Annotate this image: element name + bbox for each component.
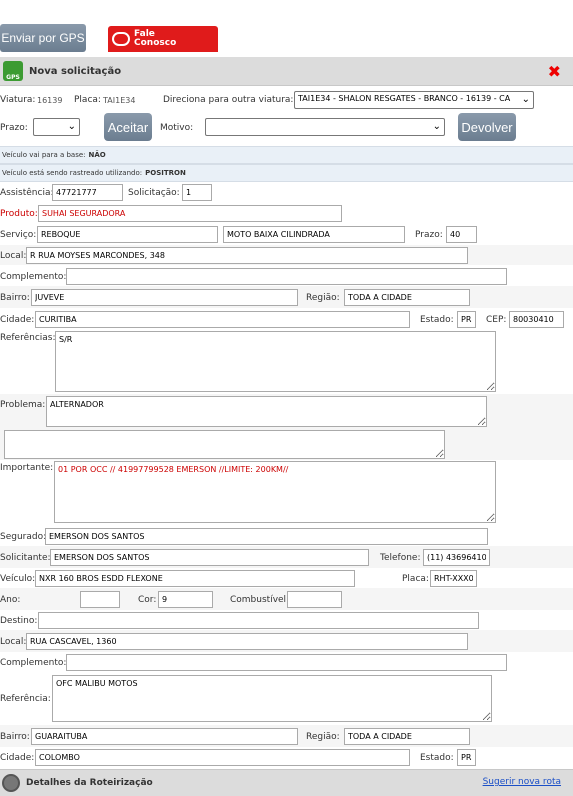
tracking-info-band: Veículo está sendo rastreado utilizando:… bbox=[0, 164, 573, 182]
assistencia-field[interactable] bbox=[52, 184, 123, 201]
prazo-label: Prazo: bbox=[415, 230, 443, 240]
referencias-label: Referências: bbox=[0, 333, 56, 343]
placa-value: TAI1E34 bbox=[103, 96, 136, 105]
destino-cidade-label: Cidade: bbox=[0, 753, 35, 763]
chevron-down-icon: ⌄ bbox=[521, 94, 530, 105]
destino-bairro-label: Bairro: bbox=[0, 732, 30, 742]
tracking-info-value: POSITRON bbox=[145, 169, 186, 177]
destino-local-label: Local: bbox=[0, 637, 27, 647]
globe-icon bbox=[2, 774, 20, 792]
placa-label: Placa: bbox=[74, 95, 101, 105]
produto-label: Produto: bbox=[0, 209, 38, 219]
cor-label: Cor: bbox=[138, 595, 157, 605]
ano-field[interactable] bbox=[80, 591, 120, 608]
destino-complemento-field[interactable] bbox=[66, 654, 507, 671]
telefone-field[interactable] bbox=[423, 549, 490, 566]
estado-label: Estado: bbox=[420, 315, 454, 325]
fale-line2: Conosco bbox=[134, 38, 177, 48]
base-info-band: Veículo vai para a base: NÃO bbox=[0, 146, 573, 164]
destino-complemento-label: Complemento: bbox=[0, 658, 67, 668]
telefone-label: Telefone: bbox=[380, 553, 421, 563]
complemento-label: Complemento: bbox=[0, 272, 67, 282]
gps-icon-text: GPS bbox=[6, 74, 20, 81]
viatura-label: Viatura: bbox=[0, 95, 36, 105]
close-icon[interactable]: ✖ bbox=[548, 62, 561, 81]
regiao-field[interactable] bbox=[344, 289, 470, 306]
servico-field[interactable] bbox=[37, 226, 218, 243]
gps-app-icon: GPS bbox=[3, 61, 23, 81]
placa-field[interactable] bbox=[430, 570, 477, 587]
prazo-select[interactable]: ⌄ bbox=[33, 118, 80, 136]
prazo-field[interactable] bbox=[446, 226, 477, 243]
destino-regiao-field[interactable] bbox=[344, 728, 470, 745]
servico-detail-field[interactable] bbox=[223, 226, 405, 243]
cep-field[interactable] bbox=[509, 311, 564, 328]
destino-estado-label: Estado: bbox=[420, 753, 454, 763]
motivo-select[interactable]: ⌄ bbox=[205, 118, 445, 136]
estado-field[interactable] bbox=[457, 311, 476, 328]
destino-cidade-field[interactable] bbox=[35, 749, 410, 766]
cidade-label: Cidade: bbox=[0, 315, 35, 325]
prazo-action-label: Prazo: bbox=[0, 123, 28, 133]
solicitacao-label: Solicitação: bbox=[128, 188, 180, 198]
local-field[interactable] bbox=[26, 247, 468, 264]
referencias-field[interactable]: S/R bbox=[55, 331, 496, 392]
motivo-label: Motivo: bbox=[160, 123, 194, 133]
destino-referencia-field[interactable]: OFC MALIBU MOTOS bbox=[52, 675, 492, 722]
destino-referencia-label: Referência: bbox=[0, 694, 51, 704]
cep-label: CEP: bbox=[486, 315, 507, 325]
panel-title: Nova solicitação bbox=[29, 65, 122, 77]
combustivel-label: Combustível: bbox=[230, 595, 290, 605]
placa-form-label: Placa: bbox=[402, 574, 429, 584]
destino-estado-field[interactable] bbox=[457, 749, 476, 766]
cidade-field[interactable] bbox=[35, 311, 410, 328]
destino-regiao-label: Região: bbox=[306, 732, 340, 742]
aceitar-button[interactable]: Aceitar bbox=[104, 113, 152, 141]
problema-field[interactable]: ALTERNADOR bbox=[46, 396, 487, 427]
destino-label: Destino: bbox=[0, 616, 38, 626]
solicitante-label: Solicitante: bbox=[0, 553, 51, 563]
route-details-title: Detalhes da Roteirização bbox=[26, 778, 153, 788]
cor-field[interactable] bbox=[158, 591, 213, 608]
veiculo-label: Veículo: bbox=[0, 574, 36, 584]
direciona-label: Direciona para outra viatura: bbox=[163, 95, 294, 105]
ano-label: Ano: bbox=[0, 595, 21, 605]
tracking-info-text: Veículo está sendo rastreado utilizando: bbox=[2, 169, 143, 177]
chevron-down-icon: ⌄ bbox=[432, 121, 441, 132]
regiao-label: Região: bbox=[306, 293, 340, 303]
veiculo-field[interactable] bbox=[35, 570, 355, 587]
importante-label: Importante: bbox=[0, 463, 54, 473]
send-gps-button[interactable]: Enviar por GPS bbox=[0, 24, 86, 52]
chat-bubble-icon bbox=[112, 32, 130, 46]
destino-bairro-field[interactable] bbox=[31, 728, 298, 745]
destino-local-field[interactable] bbox=[26, 633, 468, 650]
segurado-label: Segurado: bbox=[0, 532, 47, 542]
segurado-field[interactable] bbox=[45, 528, 488, 545]
extra-field[interactable] bbox=[4, 430, 445, 459]
bairro-field[interactable] bbox=[31, 289, 298, 306]
solicitacao-field[interactable] bbox=[182, 184, 212, 201]
complemento-field[interactable] bbox=[66, 268, 507, 285]
devolver-button[interactable]: Devolver bbox=[458, 113, 516, 141]
base-info-value: NÃO bbox=[88, 151, 106, 159]
suggest-route-link[interactable]: Sugerir nova rota bbox=[483, 777, 561, 787]
importante-field[interactable]: 01 POR OCC // 41997799528 EMERSON //LIMI… bbox=[54, 461, 496, 523]
base-info-text: Veículo vai para a base: bbox=[2, 151, 86, 159]
combustivel-field[interactable] bbox=[287, 591, 342, 608]
bairro-label: Bairro: bbox=[0, 293, 30, 303]
panel-header: GPS Nova solicitação bbox=[0, 57, 573, 86]
assistencia-label: Assistência: bbox=[0, 188, 54, 198]
direciona-selected: TAI1E34 - SHALON RESGATES - BRANCO - 161… bbox=[298, 94, 511, 103]
solicitante-field[interactable] bbox=[50, 549, 369, 566]
direciona-select[interactable]: TAI1E34 - SHALON RESGATES - BRANCO - 161… bbox=[294, 91, 534, 109]
fale-conosco-button[interactable]: Fale Conosco bbox=[108, 26, 218, 52]
problema-label: Problema: bbox=[0, 400, 46, 410]
chevron-down-icon: ⌄ bbox=[67, 121, 76, 132]
destino-field[interactable] bbox=[38, 612, 479, 629]
servico-label: Serviço: bbox=[0, 230, 37, 240]
local-label: Local: bbox=[0, 251, 27, 261]
viatura-value: 16139 bbox=[37, 96, 63, 105]
produto-field[interactable] bbox=[38, 205, 342, 222]
